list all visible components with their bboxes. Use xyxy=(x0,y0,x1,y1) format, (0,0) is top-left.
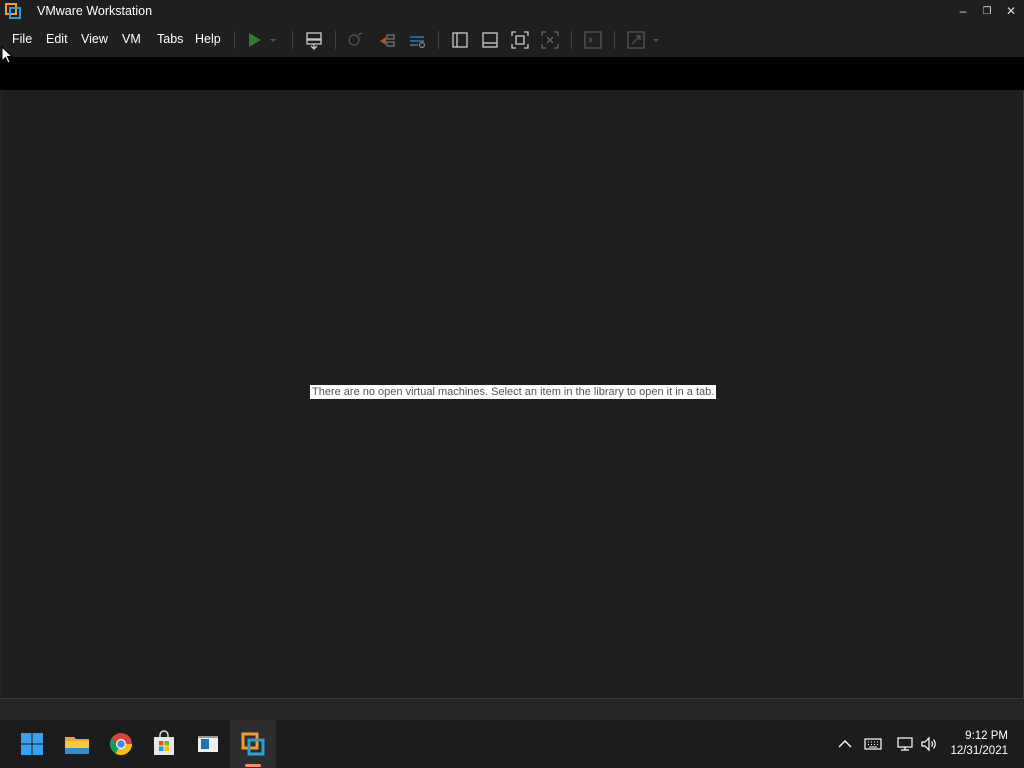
play-icon[interactable] xyxy=(244,29,266,51)
minimize-button[interactable]: – xyxy=(951,0,975,23)
send-ctrl-alt-del-icon[interactable] xyxy=(303,29,325,51)
library-icon[interactable] xyxy=(449,29,471,51)
menu-vm[interactable]: VM xyxy=(122,32,141,46)
status-bar xyxy=(0,698,1024,721)
toolbar-separator xyxy=(292,31,293,49)
file-explorer-icon[interactable] xyxy=(61,728,93,760)
menu-edit[interactable]: Edit xyxy=(46,32,68,46)
toolbar-separator xyxy=(234,31,235,49)
stretch-guest-icon[interactable] xyxy=(625,29,647,51)
toolbar-separator xyxy=(438,31,439,49)
toolbar-separator xyxy=(571,31,572,49)
title-bar[interactable]: VMware Workstation – ❐ ✕ xyxy=(0,0,1024,23)
mouse-cursor-icon xyxy=(1,46,13,64)
snapshot-icon[interactable] xyxy=(344,29,366,51)
menu-help[interactable]: Help xyxy=(195,32,221,46)
revert-snapshot-icon[interactable] xyxy=(376,29,398,51)
vmware-app-icon-2[interactable] xyxy=(192,728,224,760)
console-view-icon[interactable] xyxy=(582,29,604,51)
vmware-logo-icon xyxy=(5,3,21,19)
taskbar: 9:12 PM 12/31/2021 xyxy=(0,720,1024,768)
menu-bar: File Edit View VM Tabs Help xyxy=(0,23,1024,56)
close-button[interactable]: ✕ xyxy=(999,0,1023,23)
toolbar-separator xyxy=(614,31,615,49)
menu-file[interactable]: File xyxy=(12,32,32,46)
volume-icon[interactable] xyxy=(920,735,938,753)
tab-strip xyxy=(0,57,1024,90)
empty-message: There are no open virtual machines. Sele… xyxy=(310,385,717,399)
microsoft-store-icon[interactable] xyxy=(148,728,180,760)
maximize-button[interactable]: ❐ xyxy=(975,0,999,23)
dropdown-arrow-icon[interactable] xyxy=(649,29,663,51)
menu-view[interactable]: View xyxy=(81,32,108,46)
chevron-up-icon[interactable] xyxy=(836,735,854,753)
clock-date: 12/31/2021 xyxy=(950,745,1008,757)
full-screen-icon[interactable] xyxy=(509,29,531,51)
windows-start-icon[interactable] xyxy=(16,728,48,760)
vmware-window: VMware Workstation – ❐ ✕ File Edit View … xyxy=(0,0,1024,721)
toolbar-separator xyxy=(335,31,336,49)
dropdown-arrow-icon[interactable] xyxy=(266,29,280,51)
unity-icon[interactable] xyxy=(539,29,561,51)
snapshot-manager-icon[interactable] xyxy=(406,29,428,51)
menu-tabs[interactable]: Tabs xyxy=(157,32,183,46)
vmware-workstation-icon[interactable] xyxy=(237,728,269,760)
window-title: VMware Workstation xyxy=(37,4,153,18)
chrome-icon[interactable] xyxy=(105,728,137,760)
clock-time: 9:12 PM xyxy=(965,730,1008,742)
system-clock[interactable]: 9:12 PM 12/31/2021 xyxy=(950,729,1008,759)
thumbnail-bar-icon[interactable] xyxy=(479,29,501,51)
keyboard-icon[interactable] xyxy=(864,735,882,753)
network-icon[interactable] xyxy=(896,735,914,753)
active-indicator xyxy=(245,764,261,767)
